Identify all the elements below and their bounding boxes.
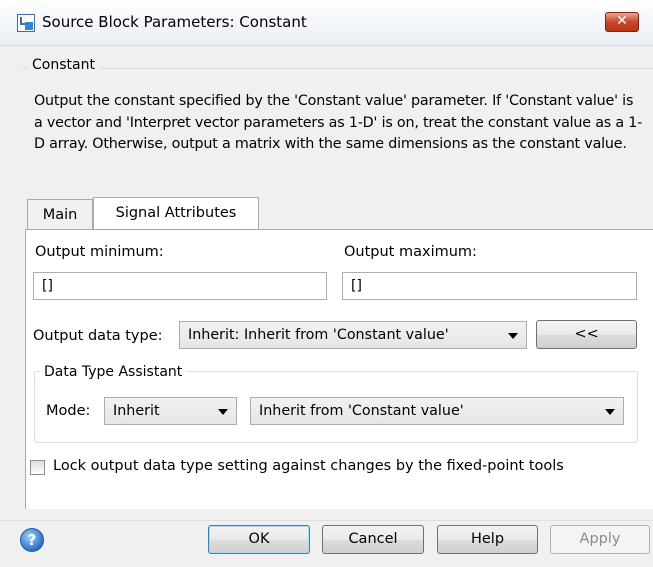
mode-label: Mode:	[46, 403, 91, 419]
output-data-type-dropdown[interactable]: Inherit: Inherit from 'Constant value'	[179, 321, 527, 349]
help-icon[interactable]: ?	[20, 528, 44, 552]
chevron-down-icon	[508, 333, 518, 339]
cancel-button[interactable]: Cancel	[322, 525, 424, 554]
dialog-window: Source Block Parameters: Constant ✕ Cons…	[0, 0, 653, 567]
chevron-down-icon	[605, 409, 615, 415]
apply-button[interactable]: Apply	[550, 525, 650, 554]
description-group-title: Constant	[28, 57, 99, 73]
button-bar-separator	[0, 520, 653, 521]
inherit-rule-value: Inherit from 'Constant value'	[259, 403, 464, 419]
tab-signal-attributes[interactable]: Signal Attributes	[93, 197, 259, 229]
chevron-down-icon	[218, 409, 228, 415]
close-button[interactable]: ✕	[605, 12, 639, 32]
output-data-type-value: Inherit: Inherit from 'Constant value'	[188, 327, 449, 343]
mode-dropdown[interactable]: Inherit	[104, 397, 237, 425]
data-type-assistant-title: Data Type Assistant	[40, 364, 187, 380]
output-minimum-label: Output minimum:	[35, 244, 164, 260]
window-title: Source Block Parameters: Constant	[42, 13, 307, 31]
ok-button[interactable]: OK	[208, 525, 310, 554]
lock-data-type-label[interactable]: Lock output data type setting against ch…	[53, 458, 564, 474]
output-maximum-label: Output maximum:	[344, 244, 477, 260]
output-minimum-field[interactable]: []	[33, 272, 327, 300]
simulink-block-icon	[17, 14, 35, 32]
tab-main[interactable]: Main	[27, 199, 93, 229]
mode-value: Inherit	[113, 403, 160, 419]
block-description: Output the constant specified by the 'Co…	[34, 93, 643, 152]
data-type-assistant-toggle-button[interactable]: <<	[536, 320, 637, 349]
lock-data-type-checkbox[interactable]	[30, 460, 45, 475]
title-bar[interactable]: Source Block Parameters: Constant ✕	[0, 0, 653, 46]
output-maximum-field[interactable]: []	[342, 272, 637, 300]
output-data-type-label: Output data type:	[33, 328, 163, 344]
inherit-rule-dropdown[interactable]: Inherit from 'Constant value'	[250, 397, 624, 425]
help-button[interactable]: Help	[437, 525, 538, 554]
